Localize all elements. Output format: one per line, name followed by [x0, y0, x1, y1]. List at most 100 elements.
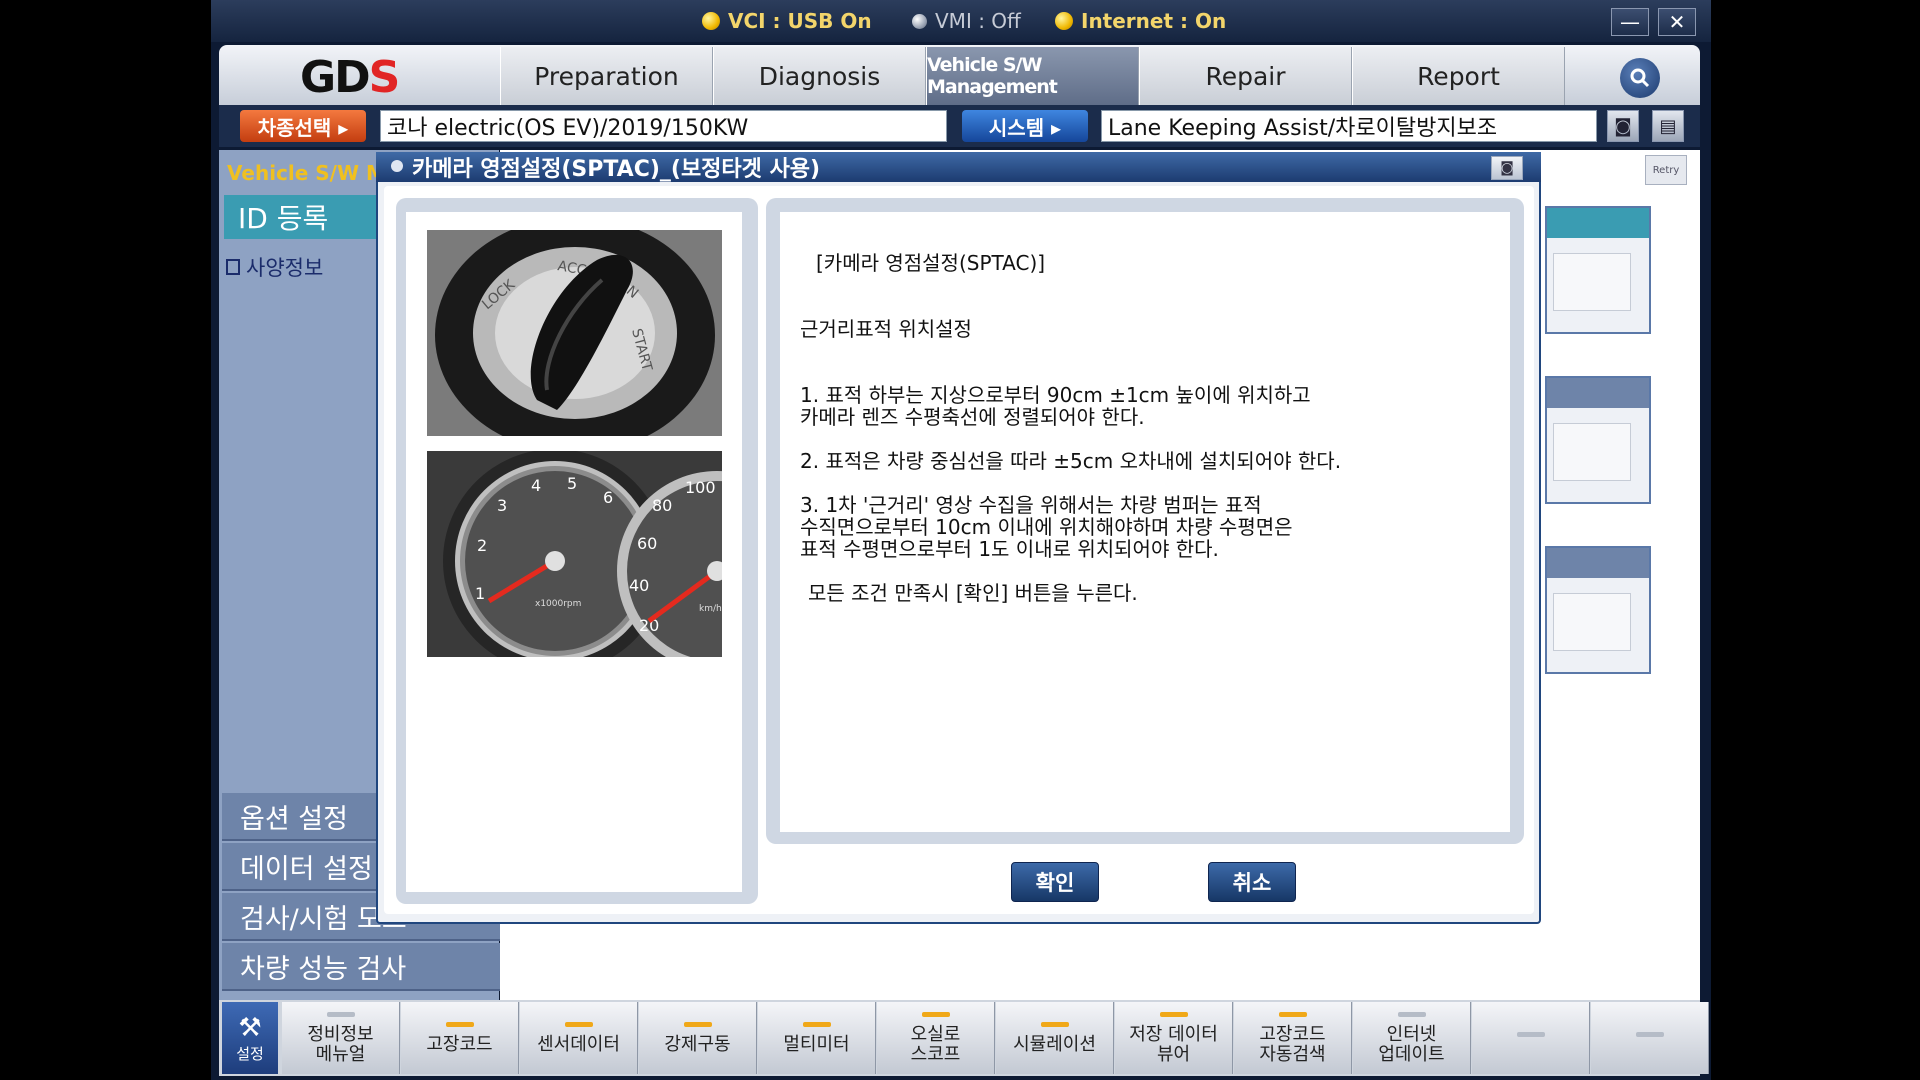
- camera-icon: ◙: [1614, 115, 1632, 137]
- camera-icon: ◙: [1500, 160, 1514, 176]
- toolbar-button-label: 자동검색: [1259, 1043, 1326, 1065]
- close-icon: ✕: [1668, 10, 1686, 34]
- ignition-switch-photo: LOCK ACC ON START: [427, 230, 722, 436]
- car-select-button[interactable]: 차종선택 ▸: [240, 110, 366, 142]
- toolbar-button-label: 뷰어: [1156, 1043, 1191, 1065]
- spec-info-label: 사양정보: [246, 256, 324, 280]
- document-icon: [226, 259, 240, 275]
- internet-status-text: Internet : On: [1081, 9, 1227, 33]
- toolbar-button[interactable]: [1591, 1002, 1709, 1074]
- toolbar-button[interactable]: 멀티미터: [758, 1002, 876, 1074]
- speed-tick: 40: [629, 576, 649, 595]
- print-button[interactable]: ▤: [1652, 110, 1684, 142]
- speed-tick: 100: [685, 478, 716, 497]
- toolbar-button[interactable]: 저장 데이터 뷰어: [1115, 1002, 1233, 1074]
- logo-accent: S: [368, 51, 401, 103]
- retry-label: Retry: [1652, 164, 1680, 176]
- cancel-button[interactable]: 취소: [1208, 862, 1296, 902]
- speed-unit: km/h: [699, 604, 722, 614]
- dialog-title: 카메라 영점설정(SPTAC)_(보정타겟 사용): [376, 152, 1541, 182]
- right-panel: [1545, 376, 1651, 504]
- instruction-line: 카메라 렌즈 수평축선에 정렬되어야 한다.: [800, 405, 1145, 429]
- status-lamp-icon: [1055, 12, 1073, 30]
- dialog-title-icon: [391, 160, 403, 172]
- toolbar-button[interactable]: 시뮬레이션: [996, 1002, 1114, 1074]
- toolbar-button[interactable]: [1472, 1002, 1590, 1074]
- status-lamp-icon: [912, 13, 927, 29]
- toolbar-lamp-icon: [1516, 1031, 1545, 1037]
- system-button[interactable]: 시스템 ▸: [962, 110, 1088, 142]
- instruction-line: 1. 표적 하부는 지상으로부터 90cm ±1cm 높이에 위치하고: [800, 383, 1311, 407]
- rpm-tick: 5: [567, 474, 577, 493]
- logo-text: GD: [300, 51, 371, 103]
- printer-icon: ▤: [1659, 115, 1677, 137]
- toolbar-button-label: 오실로: [910, 1023, 961, 1045]
- settings-button[interactable]: ⚒ 설정: [222, 1002, 278, 1074]
- toolbar-lamp-icon: [1278, 1011, 1307, 1017]
- dialog-screenshot-button[interactable]: ◙: [1491, 156, 1523, 180]
- toolbar-button-label: 센서데이터: [537, 1033, 620, 1055]
- toolbar-lamp-icon: [921, 1011, 950, 1017]
- rpm-tick: 4: [531, 476, 541, 495]
- sidebar-item-spec-info[interactable]: 사양정보: [226, 252, 323, 282]
- minimize-button[interactable]: —: [1611, 8, 1649, 36]
- speed-tick: 60: [637, 534, 657, 553]
- instruction-title: [카메라 영점설정(SPTAC)]: [816, 251, 1046, 275]
- toolbar-button-label: 업데이트: [1378, 1043, 1445, 1065]
- toolbar-button-label: 강제구동: [664, 1033, 731, 1055]
- right-panel: [1545, 206, 1651, 334]
- tab-report[interactable]: Report: [1352, 47, 1565, 105]
- toolbar-lamp-icon: [802, 1021, 831, 1027]
- screenshot-button[interactable]: ◙: [1607, 110, 1639, 142]
- toolbar-button-label: 인터넷: [1386, 1023, 1437, 1045]
- wrench-icon: ⚒: [238, 1012, 262, 1043]
- search-button[interactable]: [1620, 58, 1660, 98]
- toolbar-button[interactable]: 강제구동: [639, 1002, 757, 1074]
- tab-vehicle-sw-management[interactable]: Vehicle S/W Management: [926, 47, 1139, 105]
- toolbar-lamp-icon: [1159, 1011, 1188, 1017]
- toolbar-button[interactable]: 고장코드 자동검색: [1234, 1002, 1352, 1074]
- retry-button[interactable]: Retry: [1645, 155, 1687, 185]
- toolbar-lamp-icon: [445, 1021, 474, 1027]
- instruction-line: 수직면으로부터 10cm 이내에 위치해야하며 차량 수평면은: [800, 515, 1293, 539]
- tab-repair[interactable]: Repair: [1139, 47, 1352, 105]
- rpm-tick: 2: [477, 536, 487, 555]
- instruction-line: 3. 1차 '근거리' 영상 수집을 위해서는 차량 범퍼는 표적: [800, 493, 1262, 517]
- sidebar-item-performance-check[interactable]: 차량 성능 검사: [222, 943, 500, 991]
- vmi-status-text: VMI : Off: [935, 9, 1021, 33]
- toolbar-button-label: 시뮬레이션: [1013, 1033, 1096, 1055]
- toolbar-button-label: 멀티미터: [783, 1033, 850, 1055]
- toolbar-button[interactable]: 고장코드: [401, 1002, 519, 1074]
- toolbar-button-label: 스코프: [910, 1043, 961, 1065]
- toolbar-button-label: 정비정보: [307, 1023, 374, 1045]
- tab-preparation[interactable]: Preparation: [500, 47, 713, 105]
- toolbar-button[interactable]: 오실로 스코프: [877, 1002, 995, 1074]
- search-icon: [1630, 68, 1650, 88]
- instrument-cluster-photo: 1 2 3 4 5 6 x1000rpm 20 40 60 80 100 km/…: [427, 451, 722, 657]
- rpm-tick: 6: [603, 488, 613, 507]
- toolbar-button[interactable]: 인터넷 업데이트: [1353, 1002, 1471, 1074]
- vmi-status: VMI : Off: [912, 6, 1021, 36]
- speed-tick: 80: [652, 496, 672, 515]
- toolbar-lamp-icon: [1635, 1031, 1664, 1037]
- internet-status: Internet : On: [1055, 6, 1226, 36]
- status-lamp-icon: [702, 12, 720, 30]
- toolbar-button[interactable]: 센서데이터: [520, 1002, 638, 1074]
- close-button[interactable]: ✕: [1658, 8, 1696, 36]
- toolbar-button-label: 메뉴얼: [315, 1043, 366, 1065]
- system-field[interactable]: Lane Keeping Assist/차로이탈방지보조: [1101, 110, 1597, 142]
- toolbar-button-label: 저장 데이터: [1129, 1023, 1218, 1045]
- tab-diagnosis[interactable]: Diagnosis: [713, 47, 926, 105]
- toolbar-lamp-icon: [1397, 1011, 1426, 1017]
- toolbar-lamp-icon: [564, 1021, 593, 1027]
- confirm-button[interactable]: 확인: [1011, 862, 1099, 902]
- sidebar-item-id-register[interactable]: ID 등록: [224, 195, 378, 239]
- gds-logo: GD S: [300, 51, 440, 103]
- rpm-unit: x1000rpm: [535, 599, 581, 609]
- car-model-field[interactable]: 코나 electric(OS EV)/2019/150KW: [380, 110, 947, 142]
- toolbar-button-label: 고장코드: [1259, 1023, 1326, 1045]
- right-panel: [1545, 546, 1651, 674]
- toolbar-button[interactable]: 정비정보 메뉴얼: [282, 1002, 400, 1074]
- instruction-line: 표적 수평면으로부터 1도 이내로 위치되어야 한다.: [800, 537, 1219, 561]
- vci-status-text: VCI : USB On: [728, 9, 872, 33]
